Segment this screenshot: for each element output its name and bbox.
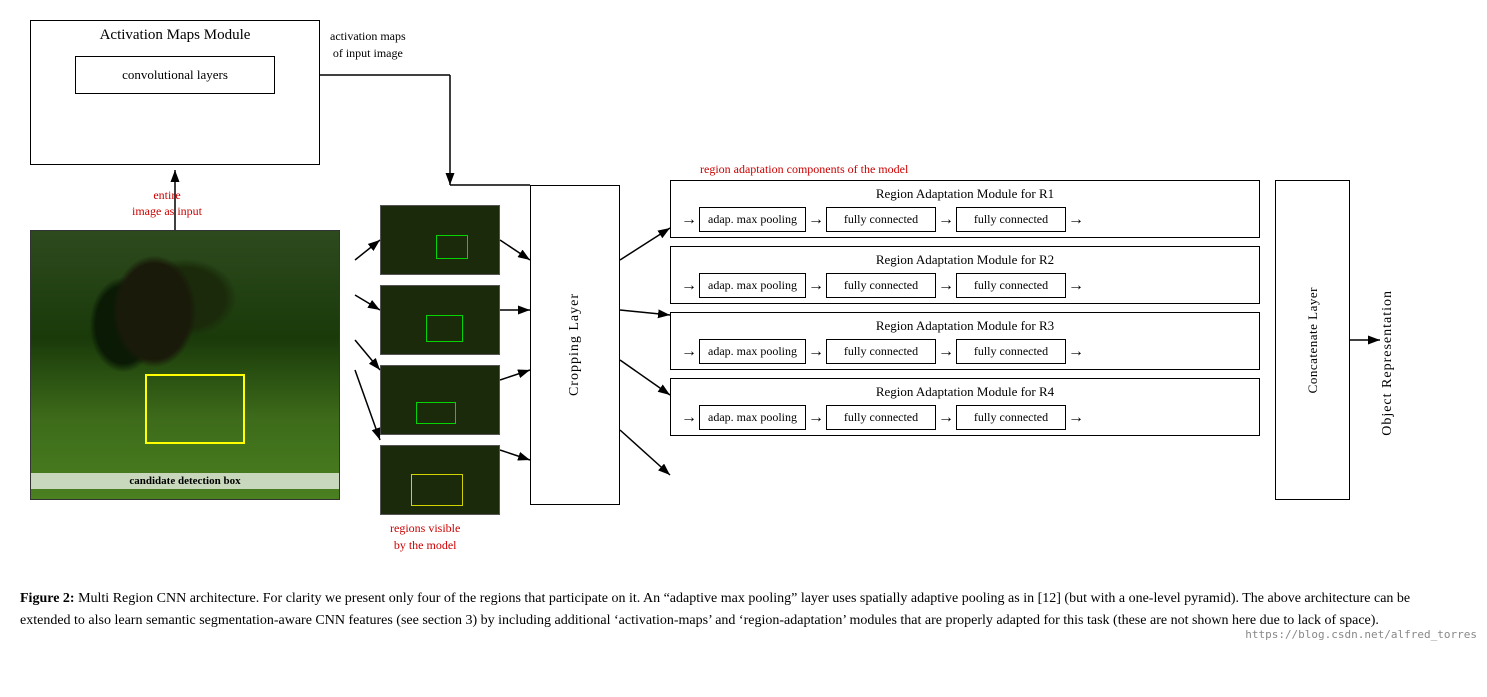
ram-r3-arrow-start: → (681, 343, 697, 361)
ram-r4-box1: adap. max pooling (699, 405, 806, 430)
caption-bold: Figure 2: (20, 591, 75, 606)
ram-r3-box2: fully connected (826, 339, 936, 364)
object-representation: Object Representation (1380, 290, 1460, 436)
ram-r2-title: Region Adaptation Module for R2 (679, 252, 1251, 268)
crop-item-4 (380, 445, 500, 515)
diagram: Activation Maps Module convolutional lay… (20, 10, 1470, 580)
ram-r2-arrow-start: → (681, 277, 697, 295)
activation-maps-label: activation mapsof input image (330, 28, 406, 62)
region-adaptation-components-label: region adaptation components of the mode… (700, 162, 908, 177)
ram-r3-arrow2: → (938, 343, 954, 361)
ram-r4-title: Region Adaptation Module for R4 (679, 384, 1251, 400)
conv-layers-label: convolutional layers (122, 67, 228, 83)
ram-r2-arrow-end: → (1068, 277, 1084, 295)
ram-r3-row: → adap. max pooling → fully connected → … (679, 339, 1251, 364)
conv-layers-box: convolutional layers (75, 56, 275, 94)
ram-r3-box1: adap. max pooling (699, 339, 806, 364)
concatenate-layer: Concatenate Layer (1275, 180, 1350, 500)
ram-r1-arrow1: → (808, 211, 824, 229)
figure-caption: Figure 2: Multi Region CNN architecture.… (20, 588, 1460, 633)
activation-module-title: Activation Maps Module (31, 21, 319, 48)
ram-r1-box1: adap. max pooling (699, 207, 806, 232)
ram-r3-box3: fully connected (956, 339, 1066, 364)
ram-r3-title: Region Adaptation Module for R3 (679, 318, 1251, 334)
ram-r1-row: → adap. max pooling → fully connected → … (679, 207, 1251, 232)
ram-module-r1: Region Adaptation Module for R1 → adap. … (670, 180, 1260, 238)
cropping-layer-text: Cropping Layer (567, 293, 583, 396)
crop-item-2 (380, 285, 500, 355)
ram-r2-box3: fully connected (956, 273, 1066, 298)
ram-r1-arrow-end: → (1068, 211, 1084, 229)
ram-r4-arrow-end: → (1068, 409, 1084, 427)
watermark: https://blog.csdn.net/alfred_torres (1245, 628, 1477, 641)
entire-image-label: entireimage as input (132, 188, 202, 219)
candidate-detection-box (145, 374, 245, 444)
ram-r3-arrow-end: → (1068, 343, 1084, 361)
tree-background (31, 231, 339, 499)
ram-r1-box3: fully connected (956, 207, 1066, 232)
crop-item-3 (380, 365, 500, 435)
ram-r2-arrow1: → (808, 277, 824, 295)
ram-r4-arrow1: → (808, 409, 824, 427)
ram-r4-box3: fully connected (956, 405, 1066, 430)
ram-r2-arrow2: → (938, 277, 954, 295)
caption-text: Multi Region CNN architecture. For clari… (20, 591, 1410, 628)
candidate-label: candidate detection box (31, 473, 339, 489)
ram-r2-row: → adap. max pooling → fully connected → … (679, 273, 1251, 298)
ram-r4-box2: fully connected (826, 405, 936, 430)
input-image: candidate detection box (30, 230, 340, 500)
activation-maps-module: Activation Maps Module convolutional lay… (30, 20, 320, 165)
cropping-layer: Cropping Layer (530, 185, 620, 505)
ram-r1-box2: fully connected (826, 207, 936, 232)
ram-r1-arrow-start: → (681, 211, 697, 229)
crop-item-1 (380, 205, 500, 275)
ram-r1-title: Region Adaptation Module for R1 (679, 186, 1251, 202)
concat-layer-text: Concatenate Layer (1305, 287, 1321, 393)
ram-r2-box2: fully connected (826, 273, 936, 298)
ram-r3-arrow1: → (808, 343, 824, 361)
ram-r2-box1: adap. max pooling (699, 273, 806, 298)
ram-r4-arrow-start: → (681, 409, 697, 427)
main-container: Activation Maps Module convolutional lay… (0, 0, 1487, 643)
ram-r4-row: → adap. max pooling → fully connected → … (679, 405, 1251, 430)
ram-r1-arrow2: → (938, 211, 954, 229)
ram-r4-arrow2: → (938, 409, 954, 427)
ram-module-r4: Region Adaptation Module for R4 → adap. … (670, 378, 1260, 436)
input-image-inner: candidate detection box (31, 231, 339, 499)
ram-module-r2: Region Adaptation Module for R2 → adap. … (670, 246, 1260, 304)
crops-column (380, 205, 500, 515)
regions-visible-label: regions visibleby the model (390, 520, 460, 554)
ram-module-r3: Region Adaptation Module for R3 → adap. … (670, 312, 1260, 370)
ram-container: Region Adaptation Module for R1 → adap. … (670, 180, 1260, 436)
